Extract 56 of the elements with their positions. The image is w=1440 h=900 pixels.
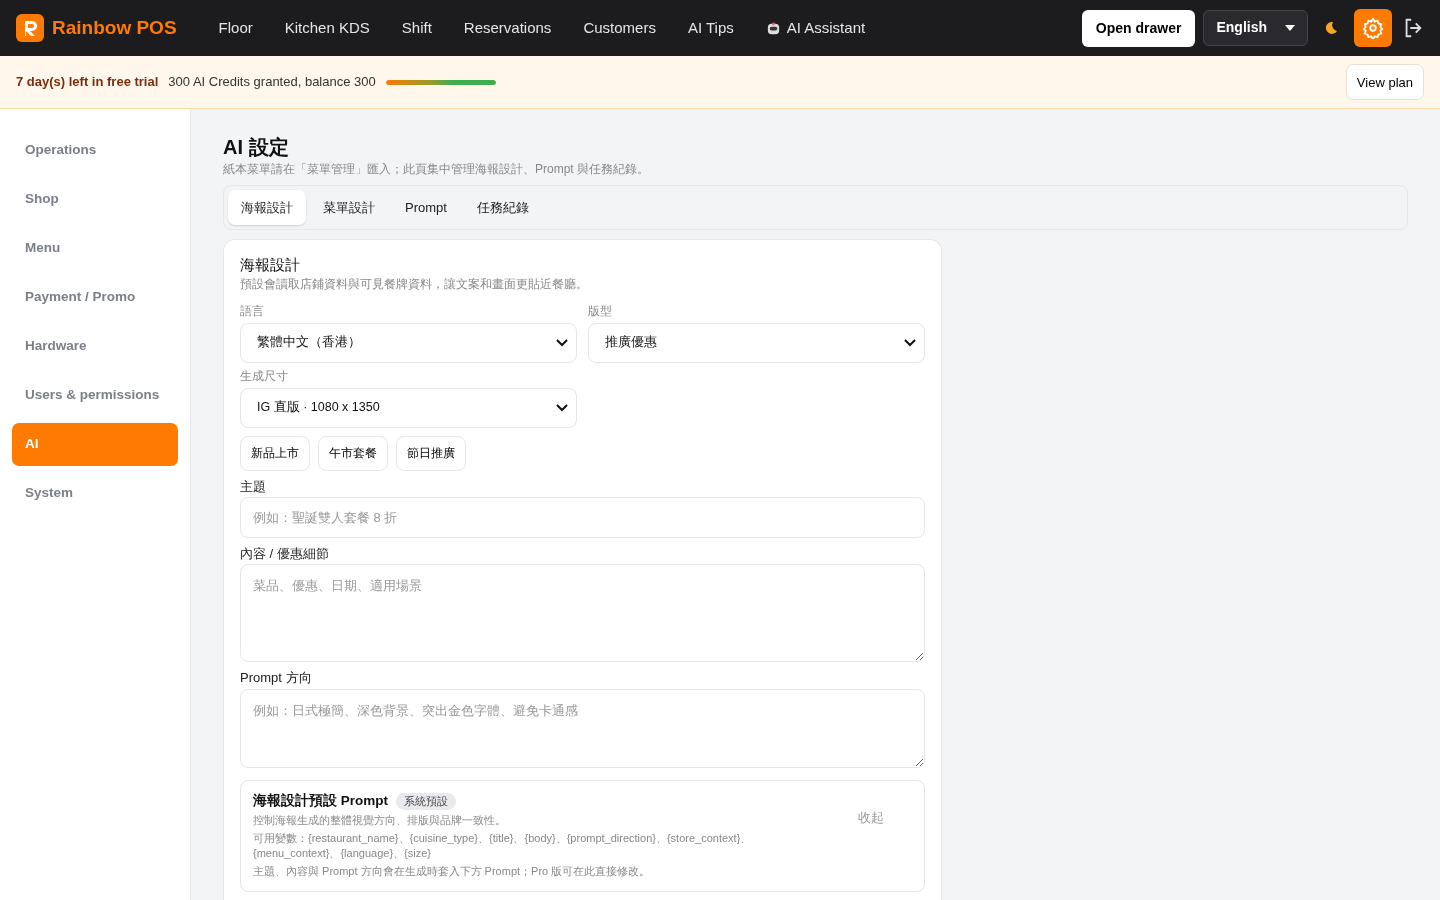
caret-icon [1285, 25, 1295, 31]
credits-balance: 300 AI Credits granted, balance 300 [168, 73, 376, 91]
nav-link[interactable]: Customers [579, 14, 660, 42]
page-subtitle: 紙本菜單請在「菜單管理」匯入；此頁集中管理海報設計、Prompt 與任務紀錄。 [223, 162, 650, 177]
trial-notice: 7 day(s) left in free trial [16, 73, 159, 91]
language-select[interactable]: 繁體中文（香港） [240, 322, 577, 363]
sidebar-item[interactable]: Shop [12, 178, 178, 221]
sidebar-item[interactable]: Hardware [12, 325, 178, 368]
preset-chip[interactable]: 午市套餐 [318, 435, 388, 471]
nav-link[interactable]: Reservations [459, 14, 556, 42]
field-label: 內容 / 優惠細節 [240, 546, 330, 563]
sidebar-item[interactable]: Menu [12, 227, 178, 270]
field-label: 版型 [588, 303, 613, 319]
field-label: Prompt 方向 [240, 670, 313, 687]
section-description: 預設會讀取店鋪資料與可見餐牌資料，讓文案和畫面更貼近餐廳。 [240, 276, 589, 292]
direction-field[interactable]: 例如：日式極簡、深色背景、突出金色字體、避免卡通感 [240, 688, 925, 768]
content-field[interactable]: 菜品、優惠、日期、適用場景 [240, 564, 925, 663]
brand-name: Rainbow POS [52, 16, 177, 40]
panel-text: 控制海報生成的整體視覺方向、排版與品牌一致性。 [253, 813, 507, 829]
field-label: 主題 [240, 478, 267, 495]
sidebar-item[interactable]: Operations [12, 129, 178, 172]
field-label: 生成尺寸 [240, 368, 289, 384]
tab[interactable]: Prompt [392, 190, 460, 225]
subject-field[interactable]: 例如：聖誕雙人套餐 8 折 [240, 497, 925, 538]
view-plan-button[interactable]: View plan [1345, 64, 1424, 100]
sidebar-item[interactable]: Users & permissions [12, 374, 178, 417]
nav-link[interactable]: AI Tips [683, 14, 738, 42]
settings-button[interactable] [1354, 9, 1392, 47]
language-select[interactable]: English [1203, 10, 1308, 46]
logo-icon [16, 14, 44, 42]
field-label: 語言 [240, 303, 265, 319]
tab[interactable]: 海報設計 [228, 190, 306, 225]
open-drawer-button[interactable]: Open drawer [1081, 9, 1196, 47]
chevron-down-icon [556, 338, 568, 347]
sidebar-item[interactable]: System [12, 472, 178, 515]
tab[interactable]: 菜單設計 [310, 190, 388, 225]
sidebar-item[interactable]: Payment / Promo [12, 276, 178, 319]
chevron-down-icon [904, 338, 916, 347]
settings-icon [1362, 17, 1384, 39]
section-title: 海報設計 [240, 256, 301, 275]
nav-link[interactable]: Kitchen KDS [280, 14, 374, 42]
panel-text: 主題、內容與 Prompt 方向會在生成時套入下方 Prompt；Pro 版可在此直接修改。 [253, 864, 652, 880]
nav-link[interactable]: Floor [214, 14, 257, 42]
panel-title: 海報設計預設 Prompt [253, 792, 388, 810]
page-title: AI 設定 [223, 135, 290, 160]
default-badge: 系統預設 [396, 792, 456, 811]
robot-icon [765, 20, 781, 36]
nav-link[interactable]: Shift [397, 14, 436, 42]
tab[interactable]: 任務紀錄 [463, 190, 542, 225]
preset-chip[interactable]: 節日推廣 [396, 435, 466, 471]
size-select[interactable]: IG 直版 · 1080 x 1350 [240, 387, 577, 428]
chevron-down-icon [556, 403, 568, 412]
nav-link[interactable]: AI Assistant [761, 14, 870, 42]
preset-chip[interactable]: 新品上市 [240, 435, 310, 471]
layout-select[interactable]: 推廣優惠 [588, 322, 925, 363]
panel-text: 可用變數：{restaurant_name}、{cuisine_type}、{title}、{body}、{prompt_direction}、{store_context}、{menu_context}、{language}、{size} [253, 831, 753, 862]
